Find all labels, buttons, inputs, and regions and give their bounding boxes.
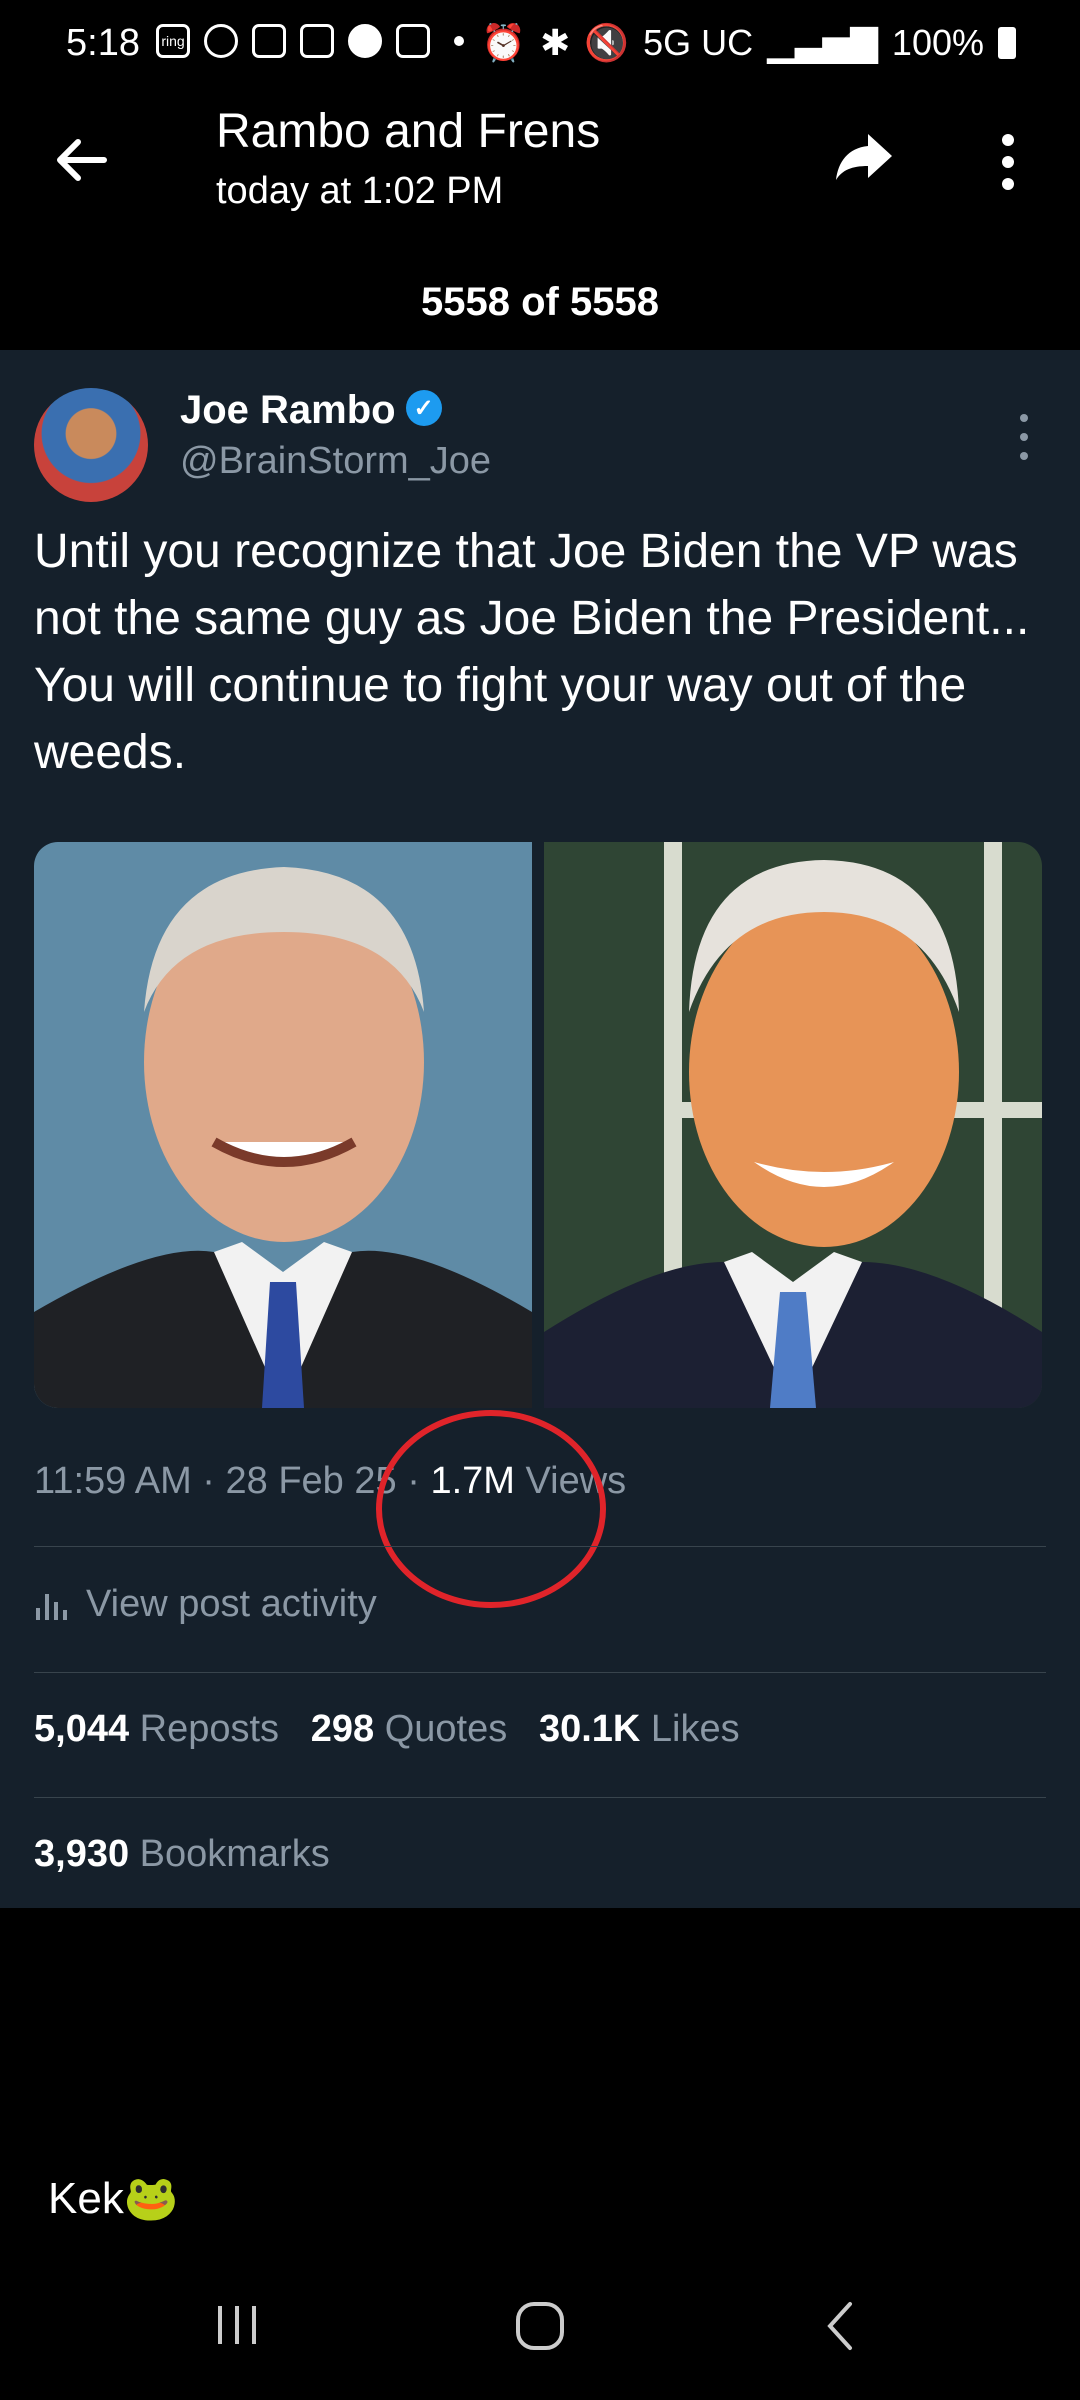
author-handle: @BrainStorm_Joe xyxy=(180,440,492,482)
bookmarks-stat: 3,930 Bookmarks xyxy=(34,1833,330,1876)
divider xyxy=(34,1797,1046,1798)
tweet-media xyxy=(34,842,1042,1408)
reposts-count: 5,044 xyxy=(34,1708,130,1750)
quotes-label: Quotes xyxy=(384,1708,508,1750)
status-time: 5:18 xyxy=(66,22,140,64)
analytics-icon xyxy=(36,1593,67,1620)
back-nav-icon[interactable] xyxy=(820,2298,860,2354)
tweet-date: 28 Feb 25 xyxy=(225,1460,397,1502)
media-viewer-header: Rambo and Frens today at 1:02 PM 5558 of… xyxy=(0,90,1080,350)
media-counter: 5558 of 5558 xyxy=(421,280,659,324)
message-timestamp: today at 1:02 PM xyxy=(216,170,504,212)
battery-label: 100% xyxy=(891,22,984,63)
likes-label: Likes xyxy=(650,1708,740,1750)
person-icon xyxy=(204,24,238,58)
photo-left xyxy=(34,842,532,1408)
portrait-right-illustration xyxy=(544,842,1042,1408)
tweet-text: Until you recognize that Joe Biden the V… xyxy=(34,525,1030,779)
ring-icon: ring xyxy=(156,24,190,58)
tweet-screenshot[interactable]: Joe Rambo @BrainStorm_Joe Until you reco… xyxy=(0,350,1080,1908)
divider xyxy=(34,1672,1046,1673)
system-navigation-bar xyxy=(0,2280,1080,2370)
more-options-icon[interactable] xyxy=(990,132,1026,192)
photo-right xyxy=(544,842,1042,1408)
battery-icon xyxy=(998,27,1016,59)
status-bar: 5:18 ring ⏰ ✱ 🔇 5G UC ▁▃▅▇ 100% xyxy=(0,0,1080,90)
likes-count: 30.1K xyxy=(538,1708,641,1750)
avatar xyxy=(34,388,148,502)
quotes-count: 298 xyxy=(310,1708,375,1750)
mail-icon xyxy=(300,24,334,58)
recent-apps-icon[interactable] xyxy=(212,2300,262,2350)
author-name-row: Joe Rambo xyxy=(180,388,442,433)
red-annotation-circle xyxy=(376,1410,606,1608)
shield-icon xyxy=(252,24,286,58)
back-arrow-icon[interactable] xyxy=(52,130,112,190)
forward-icon[interactable] xyxy=(834,126,894,186)
photo-divider xyxy=(532,842,544,1408)
message-caption: Kek🐸 xyxy=(48,2174,179,2223)
bookmarks-label: Bookmarks xyxy=(139,1833,330,1875)
notification-icons: ring xyxy=(156,24,464,58)
tweet-time: 11:59 AM xyxy=(34,1460,192,1502)
more-notifications-dot xyxy=(454,36,464,46)
signal-icon: ▁▃▅▇ xyxy=(767,22,878,63)
author-name: Joe Rambo xyxy=(180,388,396,432)
reposts-label: Reposts xyxy=(139,1708,280,1750)
view-post-activity: View post activity xyxy=(34,1583,377,1626)
chat-title: Rambo and Frens xyxy=(216,105,601,158)
alarm-icon: ⏰ xyxy=(481,22,527,63)
divider xyxy=(34,1546,1046,1547)
network-label: 5G UC xyxy=(643,22,754,63)
home-icon[interactable] xyxy=(512,2298,568,2354)
verified-badge-icon xyxy=(405,390,442,427)
record-icon xyxy=(396,24,430,58)
portrait-left-illustration xyxy=(34,867,532,1408)
bookmarks-count: 3,930 xyxy=(34,1833,130,1875)
tweet-more-icon xyxy=(1020,414,1028,460)
system-status: ⏰ ✱ 🔇 5G UC ▁▃▅▇ 100% xyxy=(481,22,1016,64)
activity-label: View post activity xyxy=(86,1583,377,1625)
engagement-stats: 5,044 Reposts 298 Quotes 30.1K Likes xyxy=(34,1708,740,1751)
bluetooth-icon: ✱ xyxy=(540,22,571,63)
mute-icon: 🔇 xyxy=(584,22,630,63)
play-icon xyxy=(348,24,382,58)
